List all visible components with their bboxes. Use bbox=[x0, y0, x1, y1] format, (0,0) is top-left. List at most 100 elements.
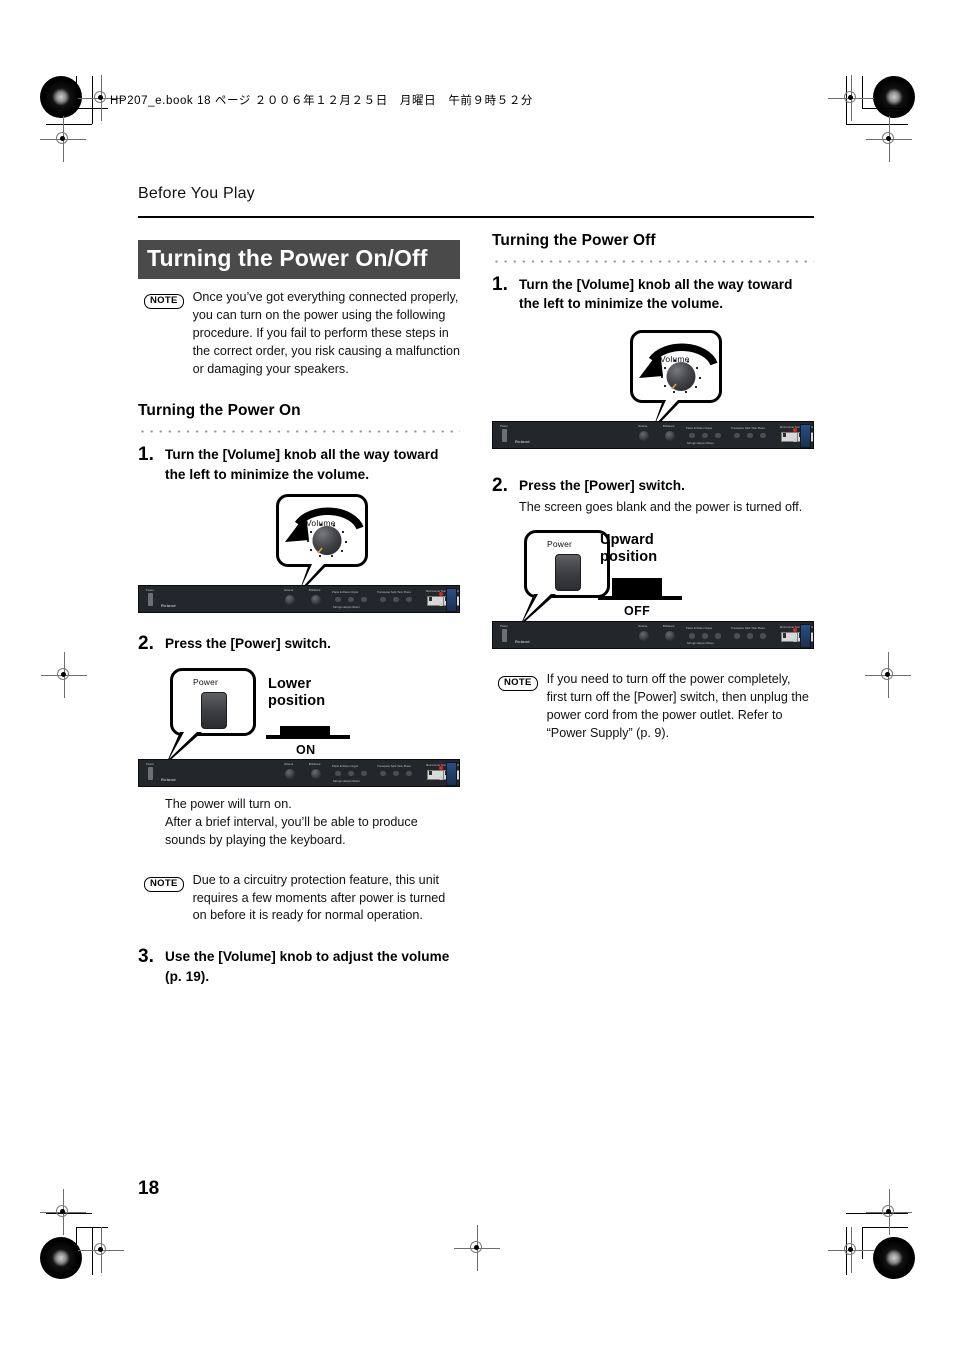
left-column: Turning the Power On/Off NOTE Once you’v… bbox=[138, 240, 460, 986]
halftone-target-bottom-right bbox=[873, 1237, 915, 1279]
crosshair-top-left-b bbox=[40, 116, 86, 162]
panel-button bbox=[393, 770, 399, 777]
panel-knob-brilliance bbox=[311, 768, 321, 779]
panel-display bbox=[800, 423, 811, 448]
crosshair-bottom-center bbox=[454, 1225, 500, 1271]
panel-key bbox=[813, 432, 814, 442]
note-badge: NOTE bbox=[498, 676, 538, 692]
note-text: If you need to turn off the power comple… bbox=[546, 672, 809, 740]
position-word-off: OFF bbox=[624, 604, 651, 619]
switch-position-baseline bbox=[266, 734, 350, 739]
panel-label-volume: Volume bbox=[638, 424, 648, 428]
panel-power-switch-icon bbox=[502, 428, 507, 442]
figure-power-switch-on: Power Lower position ON Power Roland Vol… bbox=[138, 667, 460, 787]
right-column: Turning the Power Off 1. Turn the [Volum… bbox=[492, 232, 814, 753]
panel-brand: Roland bbox=[515, 438, 530, 444]
panel-led-play bbox=[439, 601, 443, 606]
panel-led-play bbox=[439, 775, 443, 780]
panel-key bbox=[459, 596, 460, 606]
panel-button bbox=[715, 633, 721, 639]
step-title: Turn the [Volume] knob all the way towar… bbox=[519, 277, 793, 312]
panel-label-volume: Volume bbox=[284, 762, 294, 766]
panel-button bbox=[747, 633, 753, 639]
page-title: Turning the Power On/Off bbox=[138, 240, 460, 279]
step-number: 1. bbox=[492, 274, 508, 295]
step-number: 3. bbox=[138, 946, 154, 968]
step-title: Use the [Volume] knob to adjust the volu… bbox=[165, 949, 450, 984]
knob-label-volume: Volume bbox=[306, 517, 336, 528]
step-number: 1. bbox=[138, 444, 154, 466]
instrument-panel-strip: Power Roland Volume Brilliance Piano E.P… bbox=[138, 758, 460, 787]
panel-brand: Roland bbox=[515, 639, 530, 645]
crosshair-bottom-right-a bbox=[866, 1189, 912, 1235]
panel-label-group-a: Piano E.Piano Organ bbox=[332, 590, 359, 594]
note-text: Once you’ve got everything connected pro… bbox=[192, 290, 460, 376]
panel-knob-volume bbox=[285, 594, 295, 605]
step-subtext: The screen goes blank and the power is t… bbox=[519, 499, 803, 514]
step-power-off-2: 2. Press the [Power] switch. The screen … bbox=[492, 474, 814, 517]
step-title: Turn the [Volume] knob all the way towar… bbox=[165, 447, 439, 482]
panel-knob-volume bbox=[285, 768, 295, 779]
panel-label-group-c: Transpose Split Twin Piano bbox=[731, 627, 765, 631]
halftone-target-top-right bbox=[873, 76, 915, 118]
panel-button bbox=[734, 633, 740, 639]
panel-button bbox=[734, 432, 740, 439]
switch-position-baseline bbox=[598, 596, 682, 601]
step-power-on-3: 3. Use the [Volume] knob to adjust the v… bbox=[138, 947, 460, 986]
panel-led-play bbox=[793, 437, 797, 442]
panel-button bbox=[760, 633, 766, 639]
panel-power-switch-icon bbox=[148, 766, 153, 780]
panel-knob-volume bbox=[639, 631, 649, 642]
step-title: Press the [Power] switch. bbox=[165, 635, 331, 651]
switch-position-diagram-off bbox=[598, 578, 682, 601]
panel-label-brilliance: Brilliance bbox=[663, 625, 675, 629]
panel-button bbox=[361, 596, 367, 603]
panel-label-power: Power bbox=[146, 588, 154, 592]
running-head: Before You Play bbox=[138, 185, 255, 202]
crop-mark-top-right-4 bbox=[846, 124, 908, 125]
panel-button bbox=[380, 596, 386, 603]
note-badge: NOTE bbox=[144, 876, 184, 892]
section-dotted-rule bbox=[492, 254, 814, 263]
panel-brand: Roland bbox=[161, 602, 176, 608]
panel-led-rec bbox=[793, 427, 797, 432]
panel-button bbox=[348, 596, 354, 603]
panel-display bbox=[446, 587, 457, 612]
panel-label-volume: Volume bbox=[284, 588, 294, 592]
step-number: 2. bbox=[492, 474, 508, 496]
crosshair-top-right-b bbox=[866, 116, 912, 162]
crosshair-left-middle bbox=[41, 652, 87, 698]
power-on-note: NOTE Due to a circuitry protection featu… bbox=[144, 872, 460, 926]
panel-label-group-a: Piano E.Piano Organ bbox=[686, 627, 713, 631]
crosshair-bottom-right-b bbox=[828, 1227, 874, 1273]
panel-knob-brilliance bbox=[665, 631, 675, 642]
crosshair-right-middle bbox=[865, 652, 911, 698]
crop-mark-bottom-left-2 bbox=[76, 1227, 77, 1259]
intro-note: NOTE Once you’ve got everything connecte… bbox=[144, 289, 460, 378]
note-text: Due to a circuitry protection feature, t… bbox=[192, 872, 446, 923]
panel-key bbox=[813, 632, 814, 642]
panel-label-group-c: Transpose Split Twin Piano bbox=[377, 590, 411, 594]
panel-label-group-a: Piano E.Piano Organ bbox=[332, 764, 359, 768]
panel-label-brilliance: Brilliance bbox=[309, 762, 321, 766]
panel-label-group-a: Piano E.Piano Organ bbox=[686, 426, 713, 430]
switch-position-block bbox=[280, 725, 330, 735]
panel-power-switch-icon bbox=[502, 629, 507, 643]
panel-led-rec bbox=[439, 765, 443, 770]
panel-brand: Roland bbox=[161, 776, 176, 782]
panel-knob-brilliance bbox=[311, 594, 321, 605]
step-power-on-1: 1. Turn the [Volume] knob all the way to… bbox=[138, 445, 460, 484]
panel-label-group-b: Strings Harpsi Others bbox=[333, 779, 360, 783]
panel-button bbox=[702, 633, 708, 639]
header-rule bbox=[138, 216, 814, 218]
panel-label-group-b: Strings Harpsi Others bbox=[333, 605, 360, 609]
panel-button bbox=[335, 596, 341, 603]
section-dotted-rule bbox=[138, 424, 460, 434]
position-label-lower: Lower position bbox=[268, 675, 326, 709]
panel-power-switch-icon bbox=[148, 592, 153, 606]
crop-mark-top-right-3 bbox=[862, 108, 908, 109]
panel-button bbox=[702, 432, 708, 439]
panel-button bbox=[760, 432, 766, 439]
crosshair-bottom-left-b bbox=[78, 1227, 124, 1273]
book-file-header: HP207_e.book 18 ページ ２００６年１２月２５日 月曜日 午前９時… bbox=[110, 95, 534, 107]
